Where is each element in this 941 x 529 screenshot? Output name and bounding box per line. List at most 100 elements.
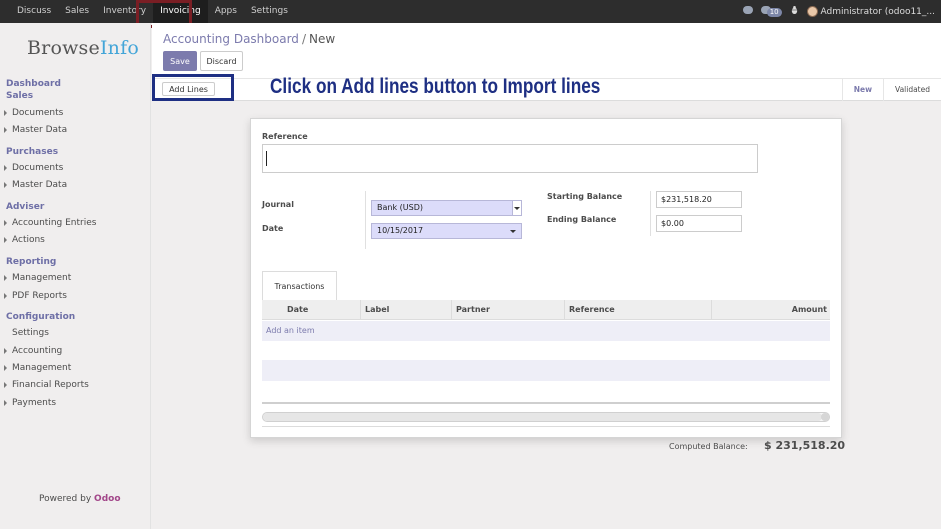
add-item-link[interactable]: Add an item (266, 321, 315, 341)
date-label: Date (262, 224, 284, 233)
dropdown-toggle[interactable] (512, 201, 521, 215)
sidebar-section-purchases: Purchases (6, 147, 59, 157)
sidebar-section-configuration: Configuration (6, 312, 76, 322)
breadcrumb: Accounting Dashboard / New (163, 32, 335, 46)
sidebar-item-accounting[interactable]: Accounting (4, 346, 62, 356)
instruction-annotation: Click on Add lines button to Import line… (270, 75, 601, 98)
nav-sales[interactable]: Sales (58, 0, 96, 23)
caret-right-icon (4, 126, 7, 133)
column-date[interactable]: Date (287, 300, 308, 320)
chat-icon (742, 6, 753, 14)
status-new[interactable]: New (841, 78, 883, 101)
field-divider (650, 191, 651, 236)
starting-balance-label: Starting Balance (547, 192, 623, 201)
form-sheet: Reference Journal Bank (USD) Date 10/15/… (250, 118, 842, 438)
table-row (262, 341, 830, 361)
caret-right-icon (4, 109, 7, 116)
reference-label: Reference (262, 132, 308, 141)
sidebar-item-purchases-documents[interactable]: Documents (4, 163, 63, 173)
sidebar-item-config-management[interactable]: Management (4, 363, 71, 373)
sidebar-item-purchases-master-data[interactable]: Master Data (4, 180, 67, 190)
discard-button[interactable]: Discard (200, 51, 243, 71)
sidebar-section-adviser: Adviser (6, 202, 45, 212)
tab-transactions[interactable]: Transactions (262, 271, 337, 301)
computed-balance-value: $ 231,518.20 (764, 439, 846, 452)
add-item-row: Add an item (262, 321, 830, 341)
transactions-table-header: Date Label Partner Reference Amount (262, 300, 830, 320)
reference-input[interactable] (262, 144, 758, 173)
sheet-bottom-line (262, 426, 830, 427)
sidebar-item-pdf-reports[interactable]: PDF Reports (4, 291, 67, 301)
save-button[interactable]: Save (163, 51, 197, 71)
caret-right-icon (4, 236, 7, 243)
sidebar-dashboard[interactable]: Dashboard (6, 79, 61, 89)
text-cursor (266, 151, 267, 166)
table-bottom-border (262, 402, 830, 404)
chevron-down-icon (510, 230, 516, 233)
sidebar-item-accounting-entries[interactable]: Accounting Entries (4, 218, 96, 228)
control-panel: Accounting Dashboard / New Save Discard Ad… (152, 23, 941, 101)
chevron-down-icon (514, 207, 520, 210)
caret-right-icon (4, 181, 7, 188)
sidebar-section-reporting: Reporting (6, 257, 57, 267)
starting-balance-input[interactable]: $231,518.20 (656, 191, 742, 208)
scrollbar-end (821, 413, 829, 421)
journal-select[interactable]: Bank (USD) (371, 200, 522, 216)
caret-right-icon (4, 381, 7, 388)
sidebar-item-actions[interactable]: Actions (4, 235, 45, 245)
sidebar-item-sales-master-data[interactable]: Master Data (4, 125, 67, 135)
odoo-link[interactable]: Odoo (94, 494, 120, 504)
journal-label: Journal (262, 200, 294, 209)
column-separator (564, 300, 565, 320)
breadcrumb-current: New (308, 32, 336, 46)
breadcrumb-accounting-dashboard[interactable]: Accounting Dashboard (163, 32, 299, 46)
column-separator (711, 300, 712, 320)
activities-button[interactable]: 10 (760, 6, 782, 17)
breadcrumb-separator: / (301, 32, 306, 46)
sidebar-item-sales-documents[interactable]: Documents (4, 108, 63, 118)
nav-settings[interactable]: Settings (244, 0, 295, 23)
table-footer (262, 360, 830, 381)
debug-button[interactable] (790, 5, 799, 18)
sidebar-item-payments[interactable]: Payments (4, 398, 56, 408)
column-separator (451, 300, 452, 320)
status-bar: New Validated (841, 78, 941, 101)
caret-right-icon (4, 347, 7, 354)
add-lines-button[interactable]: Add Lines (162, 82, 215, 96)
sidebar-item-settings[interactable]: Settings (12, 328, 49, 338)
ending-balance-input[interactable]: $0.00 (656, 215, 742, 232)
caret-right-icon (4, 219, 7, 226)
systray: 10 Administrator (odoo11_... (742, 0, 936, 23)
caret-right-icon (4, 164, 7, 171)
browseinfo-logo: BrowseInfo (27, 37, 139, 59)
caret-right-icon (4, 399, 7, 406)
scrollbar-thumb[interactable] (263, 413, 822, 421)
column-amount[interactable]: Amount (792, 300, 827, 320)
column-partner[interactable]: Partner (456, 300, 490, 320)
sidebar-section-sales: Sales (6, 91, 34, 101)
column-label[interactable]: Label (365, 300, 389, 320)
messages-button[interactable] (742, 6, 753, 17)
column-reference[interactable]: Reference (569, 300, 615, 320)
ending-balance-label: Ending Balance (547, 215, 617, 224)
avatar (806, 6, 818, 17)
sidebar: BrowseInfo Dashboard Sales Documents Mas… (0, 23, 151, 529)
user-name: Administrator (odoo11_... (820, 7, 936, 17)
horizontal-scrollbar[interactable] (262, 412, 830, 422)
bug-icon (790, 5, 798, 15)
nav-discuss[interactable]: Discuss (10, 0, 58, 23)
sidebar-item-reporting-management[interactable]: Management (4, 273, 71, 283)
user-menu[interactable]: Administrator (odoo11_... (806, 6, 936, 17)
caret-right-icon (4, 292, 7, 299)
caret-right-icon (4, 274, 7, 281)
sidebar-item-financial-reports[interactable]: Financial Reports (4, 380, 89, 390)
date-select[interactable]: 10/15/2017 (371, 223, 522, 239)
computed-balance-label: Computed Balance: (669, 442, 748, 451)
powered-by: Powered by Odoo (39, 494, 121, 504)
caret-right-icon (4, 364, 7, 371)
column-separator (360, 300, 361, 320)
status-validated[interactable]: Validated (883, 78, 941, 101)
nav-apps[interactable]: Apps (208, 0, 244, 23)
field-divider (365, 191, 366, 249)
activity-count-badge: 10 (766, 8, 782, 17)
